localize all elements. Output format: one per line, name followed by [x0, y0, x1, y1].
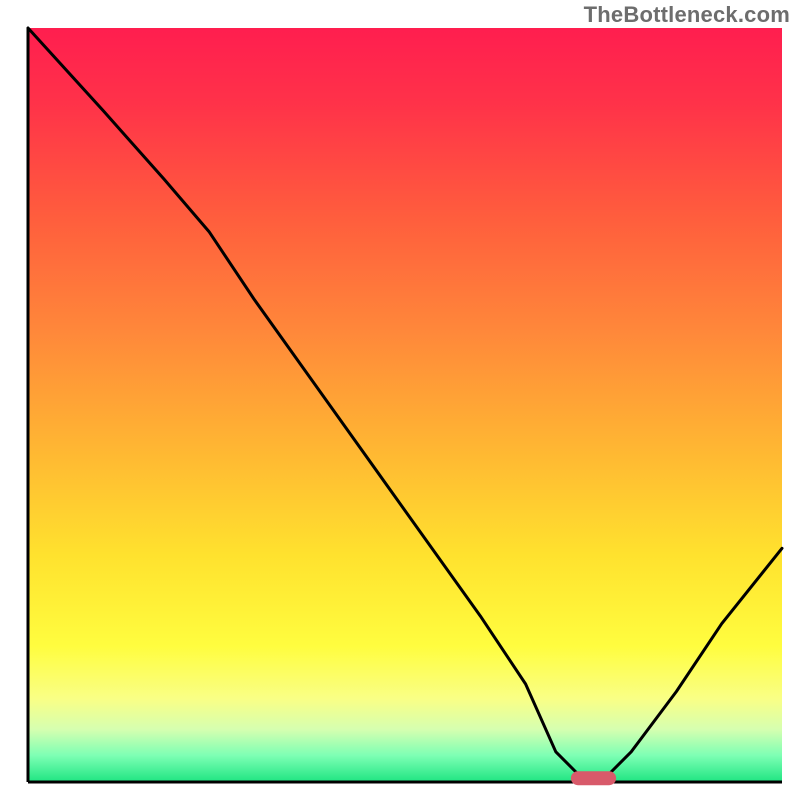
- chart-svg: [0, 0, 800, 800]
- attribution-label: TheBottleneck.com: [584, 2, 790, 28]
- bottleneck-chart: TheBottleneck.com: [0, 0, 800, 800]
- gradient-background: [28, 28, 782, 782]
- optimal-marker: [571, 771, 616, 785]
